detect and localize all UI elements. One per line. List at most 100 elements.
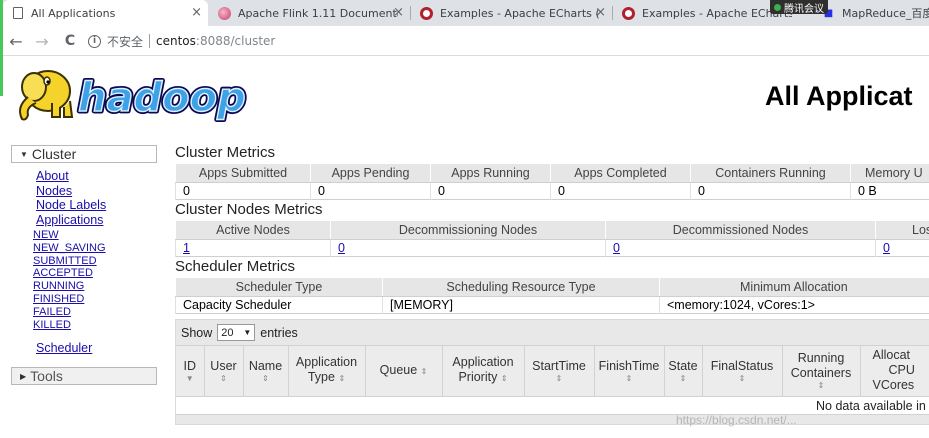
tencent-meeting-overlay[interactable]: 腾讯会议 <box>770 0 828 15</box>
column-header-user[interactable]: User ⇕ <box>204 345 244 396</box>
column-header: Apps Running <box>430 163 551 183</box>
active-nodes-link[interactable]: 1 <box>183 241 190 255</box>
sidebar-link-state-killed[interactable]: KILLED <box>33 319 157 332</box>
column-header: Decommissioned Nodes <box>605 220 876 240</box>
tab-mapreduce-baike[interactable]: ■ MapReduce_百度百 <box>820 0 929 26</box>
table-header-row: Active Nodes Decommissioning Nodes Decom… <box>175 220 929 240</box>
sort-desc-icon: ▼ <box>185 373 194 383</box>
triangle-down-icon: ▼ <box>20 149 28 159</box>
table-row: 0 0 0 0 0 0 B <box>175 182 929 200</box>
table-cell: 0 <box>605 239 876 257</box>
sidebar-link-node-labels[interactable]: Node Labels <box>36 198 157 213</box>
sidebar-link-nodes[interactable]: Nodes <box>36 184 157 199</box>
sort-icon: ⇕ <box>338 374 346 384</box>
tab-flink-docs[interactable]: Apache Flink 1.11 Documentat × <box>210 0 410 26</box>
empty-message: No data available in <box>816 398 926 413</box>
column-header-allocated-cpu[interactable]: Allocat CPU VCores <box>860 345 929 396</box>
decommissioned-nodes-link[interactable]: 0 <box>613 241 620 255</box>
tab-all-applications[interactable]: All Applications × <box>3 0 208 26</box>
sidebar-link-state-new-saving[interactable]: NEW_SAVING <box>33 242 157 255</box>
info-icon[interactable]: i <box>88 34 101 48</box>
table-row: Capacity Scheduler [MEMORY] <memory:1024… <box>175 296 929 314</box>
decommissioning-nodes-link[interactable]: 0 <box>338 241 345 255</box>
address-separator <box>149 34 151 48</box>
tab-label: All Applications <box>31 6 116 20</box>
sidebar-section-label: Tools <box>30 368 63 385</box>
column-header-start-time[interactable]: StartTime ⇕ <box>524 345 595 396</box>
cluster-metrics-table: Apps Submitted Apps Pending Apps Running… <box>175 163 929 200</box>
address-bar[interactable]: i 不安全 centos :8088/cluster <box>88 29 929 53</box>
sidebar-link-state-new[interactable]: NEW <box>33 229 157 242</box>
column-header: Los <box>875 220 929 240</box>
table-header-row: Apps Submitted Apps Pending Apps Running… <box>175 163 929 183</box>
column-header-id[interactable]: ID ▼ <box>176 345 205 396</box>
table-footer <box>176 413 929 424</box>
sidebar-cluster-header[interactable]: ▼ Cluster <box>11 145 157 163</box>
sort-icon: ⇕ <box>262 373 269 383</box>
reload-button[interactable]: C <box>60 31 80 51</box>
entries-label: entries <box>260 325 298 340</box>
column-header-application-type[interactable]: Application Type ⇕ <box>288 345 366 396</box>
column-header-finish-time[interactable]: FinishTime ⇕ <box>594 345 665 396</box>
back-button[interactable]: ← <box>6 31 26 51</box>
node-metrics-table: Active Nodes Decommissioning Nodes Decom… <box>175 220 929 257</box>
column-header-final-status[interactable]: FinalStatus ⇕ <box>702 345 783 396</box>
page-size-value: 20 <box>221 326 234 339</box>
table-empty-row: No data available in <box>176 395 929 414</box>
lost-nodes-link[interactable]: 0 <box>883 241 890 255</box>
sidebar-link-about[interactable]: About <box>36 169 157 184</box>
sort-icon: ⇕ <box>555 373 563 383</box>
table-cell: 0 <box>690 182 851 200</box>
cluster-metrics-title: Cluster Metrics <box>175 144 276 161</box>
triangle-down-icon: ▼ <box>243 328 252 337</box>
page-icon <box>11 7 24 20</box>
echarts-icon <box>622 6 635 20</box>
url-host: centos <box>156 34 196 48</box>
sidebar-tools-header[interactable]: ▶ Tools <box>11 367 157 386</box>
column-header-state[interactable]: State ⇕ <box>664 345 703 396</box>
sidebar-link-state-finished[interactable]: FINISHED <box>33 293 157 306</box>
sidebar-link-state-failed[interactable]: FAILED <box>33 306 157 319</box>
elephant-icon <box>19 70 74 121</box>
status-dot-icon <box>774 3 781 11</box>
column-header: Containers Running <box>690 163 851 183</box>
table-cell: 0 <box>875 239 929 257</box>
page-size-select[interactable]: 20 ▼ <box>217 324 256 341</box>
sort-icon: ⇕ <box>625 373 633 383</box>
table-cell: 1 <box>175 239 331 257</box>
table-cell: 0 <box>175 182 311 200</box>
scheduler-link-wrap: Scheduler <box>11 331 157 355</box>
column-header: Apps Completed <box>550 163 691 183</box>
column-header-running-containers[interactable]: Running Containers ⇕ <box>782 345 861 396</box>
hadoop-logo[interactable]: hadoop hadoop <box>12 61 267 127</box>
column-header-application-priority[interactable]: Application Priority ⇕ <box>442 345 525 396</box>
sidebar-link-state-accepted[interactable]: ACCEPTED <box>33 267 157 280</box>
close-icon[interactable]: × <box>595 5 606 20</box>
table-cell: <memory:1024, vCores:1> <box>659 296 929 314</box>
sidebar-link-state-submitted[interactable]: SUBMITTED <box>33 255 157 268</box>
echarts-icon <box>420 6 433 20</box>
sort-icon: ⇕ <box>679 373 687 383</box>
forward-button[interactable]: → <box>32 31 52 51</box>
column-header: Apps Submitted <box>175 163 311 183</box>
table-cell: Capacity Scheduler <box>175 296 383 314</box>
table-length-control: Show 20 ▼ entries <box>176 320 929 345</box>
close-icon[interactable]: × <box>393 5 404 20</box>
application-state-links: NEW NEW_SAVING SUBMITTED ACCEPTED RUNNIN… <box>11 227 157 331</box>
sidebar-link-scheduler[interactable]: Scheduler <box>36 341 92 355</box>
sidebar-link-applications[interactable]: Applications <box>36 213 157 228</box>
close-icon[interactable]: × <box>191 5 202 20</box>
table-cell: 0 <box>550 182 691 200</box>
svg-text:hadoop: hadoop <box>78 75 246 121</box>
table-header-row: Scheduler Type Scheduling Resource Type … <box>175 277 929 297</box>
scheduler-metrics-table: Scheduler Type Scheduling Resource Type … <box>175 277 929 314</box>
tab-echarts-examples-1[interactable]: Examples - Apache ECharts (in × <box>412 0 612 26</box>
sidebar-link-state-running[interactable]: RUNNING <box>33 280 157 293</box>
tab-separator <box>612 6 613 20</box>
column-header: Memory U <box>850 163 929 183</box>
column-header: Active Nodes <box>175 220 331 240</box>
column-header-name[interactable]: Name ⇕ <box>243 345 289 396</box>
applications-table-wrapper: Show 20 ▼ entries ID ▼ User ⇕ Name ⇕ Applic… <box>175 319 929 425</box>
column-header-queue[interactable]: Queue ⇕ <box>365 345 443 396</box>
sort-icon: ⇕ <box>500 374 508 384</box>
